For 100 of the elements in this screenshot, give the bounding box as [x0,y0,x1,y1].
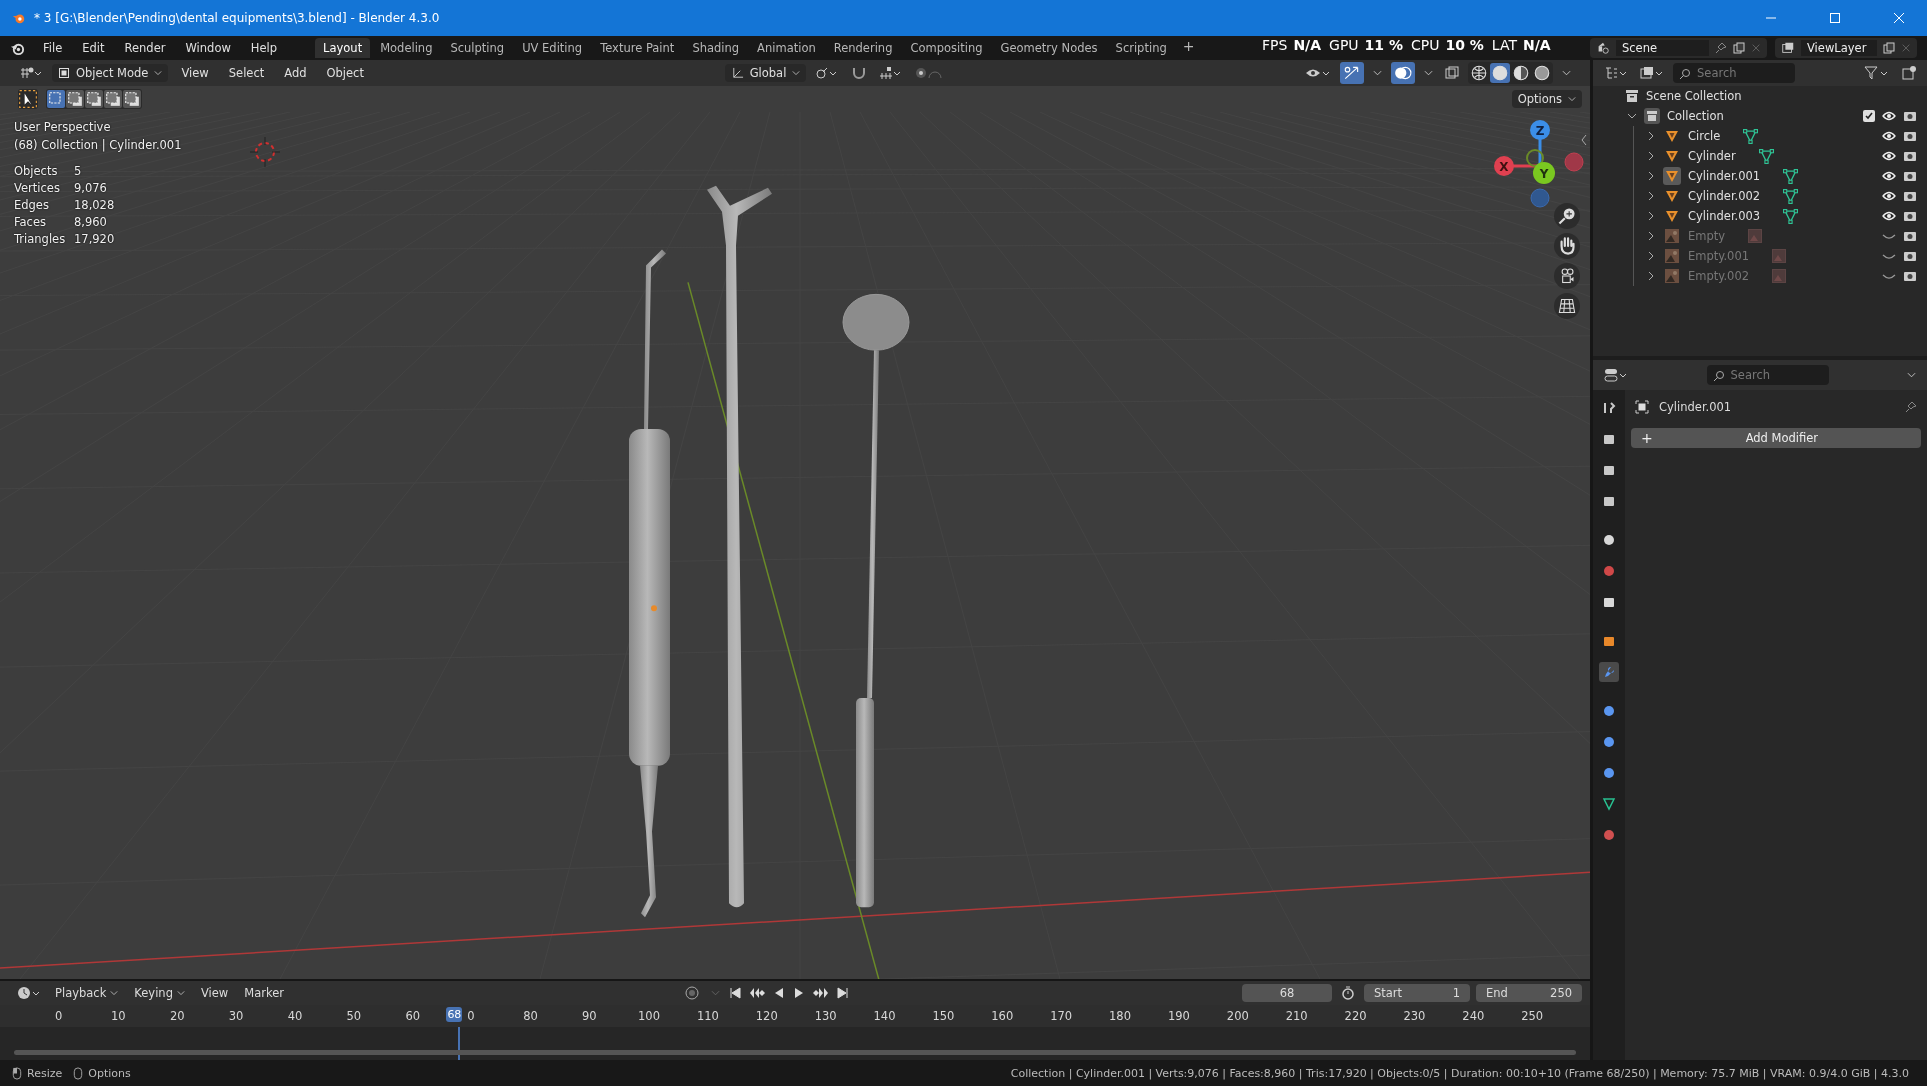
rendered-shading-icon[interactable] [1532,63,1552,83]
workspace-tab[interactable]: Modeling [372,38,441,58]
jump-end-icon[interactable] [837,987,849,999]
workspace-tab[interactable]: Layout [315,38,371,58]
view-layer-selector[interactable]: ViewLayer [1775,38,1917,58]
camera-icon[interactable] [1554,263,1580,289]
camera-icon[interactable] [1903,230,1917,242]
menu-item[interactable]: View [195,985,234,1001]
duplicate-icon[interactable] [1883,42,1895,54]
selection-mode-icon[interactable] [47,90,65,108]
scene-selector[interactable]: Scene [1590,38,1767,58]
frame-ruler[interactable]: 0 10 20 30 40 50 60 68 0 80 90 100 110 120 130 140 150 160 170 180 190 200 210 220 230 240 250 [0,1005,1590,1027]
end-frame-field[interactable]: End 250 [1476,984,1582,1002]
menu-item[interactable]: View [174,64,216,82]
next-keyframe-icon[interactable] [813,987,829,999]
workspace-tab[interactable]: Sculpting [442,38,513,58]
menu-item[interactable]: Select [221,64,272,82]
select-tool-icon[interactable] [18,89,38,109]
previous-keyframe-icon[interactable] [749,987,765,999]
tree-row[interactable]: Cylinder [1634,146,1927,166]
tree-row[interactable]: Cylinder.001 [1634,166,1927,186]
eye-icon[interactable] [1882,111,1896,121]
overlays-icon[interactable] [1391,62,1415,84]
search-field[interactable]: Search [1673,63,1795,83]
tree-row[interactable]: Cylinder.003 [1634,206,1927,226]
menu-item[interactable]: Add [277,64,314,82]
workspace-tab[interactable]: Rendering [825,38,901,58]
playhead[interactable]: 68 [446,1007,463,1022]
material-shading-icon[interactable] [1511,63,1531,83]
options-dropdown[interactable]: Options [1511,90,1582,108]
camera-icon[interactable] [1903,250,1917,262]
camera-icon[interactable] [1903,130,1917,142]
play-reverse-icon[interactable] [773,987,785,999]
add-workspace-button[interactable]: + [1176,38,1201,58]
camera-icon[interactable] [1903,270,1917,282]
pin-icon[interactable] [1905,401,1917,413]
solid-shading-icon[interactable] [1490,63,1510,83]
orientation-dropdown[interactable]: Global [724,64,807,82]
mode-dropdown[interactable]: Object Mode [52,64,169,82]
selection-mode-icon[interactable] [85,90,103,108]
workspace-tab[interactable]: Geometry Nodes [992,38,1106,58]
eye-icon[interactable] [1882,191,1896,201]
new-collection-icon[interactable] [1899,63,1919,83]
workspace-tab[interactable]: Animation [749,38,824,58]
tree-row[interactable]: Cylinder.002 [1634,186,1927,206]
selection-mode-icon[interactable] [123,90,141,108]
scrollbar[interactable] [14,1050,1576,1055]
workspace-tab[interactable]: Scripting [1107,38,1175,58]
eye-icon[interactable] [1882,171,1896,181]
current-frame-field[interactable]: 68 [1242,984,1332,1002]
menu-item[interactable]: Object [319,64,371,82]
search-field[interactable]: Search [1706,365,1829,385]
menu-item[interactable]: Playback [50,985,124,1001]
mesh-data-icon[interactable] [1783,208,1799,224]
selection-mode-icon[interactable] [104,90,122,108]
mesh-data-icon[interactable] [1783,168,1799,184]
axis-gizmo-drawing[interactable]: Z X Y [1490,116,1590,216]
camera-icon[interactable] [1903,210,1917,222]
grid-icon[interactable] [1554,293,1580,319]
workspace-tab[interactable]: Shading [684,38,748,58]
hand-icon[interactable] [1554,233,1580,259]
menu-item[interactable]: Render [116,39,174,57]
tree-row[interactable]: Scene Collection [1593,86,1927,106]
eye-icon[interactable] [1882,131,1896,141]
mesh-data-icon[interactable] [1783,188,1799,204]
menu-item[interactable]: Marker [239,985,289,1001]
tree-row[interactable]: Collection [1593,106,1927,126]
workspace-tab[interactable]: Texture Paint [592,38,683,58]
modifiers-tab[interactable] [1599,662,1619,682]
start-frame-field[interactable]: Start 1 [1364,984,1470,1002]
chevron-left-icon[interactable] [1580,134,1588,146]
mesh-data-icon[interactable] [1743,128,1759,144]
menu-item[interactable]: Help [242,39,286,57]
camera-icon[interactable] [1903,110,1917,122]
zoom-icon[interactable] [1554,203,1580,229]
gizmo-toggle-icon[interactable] [1340,62,1364,84]
menu-item[interactable]: Keying [129,985,190,1001]
play-icon[interactable] [793,987,805,999]
checkbox[interactable] [1863,110,1875,122]
tree-row[interactable]: Circle [1634,126,1927,146]
workspace-tab[interactable]: UV Editing [514,38,591,58]
duplicate-icon[interactable] [1733,42,1745,54]
3d-cursor-icon[interactable] [248,135,282,169]
record-icon[interactable] [682,983,702,1003]
jump-start-icon[interactable] [729,987,741,999]
menu-item[interactable]: File [35,39,71,57]
menu-item[interactable]: Edit [74,39,113,57]
mesh-data-icon[interactable] [1758,148,1774,164]
eye-icon[interactable] [1882,151,1896,161]
wireframe-shading-icon[interactable] [1469,63,1489,83]
camera-icon[interactable] [1903,150,1917,162]
eye-icon[interactable] [1882,211,1896,221]
frame-number: 180 [1109,1009,1131,1023]
camera-icon[interactable] [1903,190,1917,202]
menu-item[interactable]: Window [177,39,239,57]
workspace-tab[interactable]: Compositing [902,38,991,58]
selection-mode-icon[interactable] [66,90,84,108]
add-modifier-button[interactable]: + Add Modifier [1631,428,1921,448]
pin-icon[interactable] [1715,42,1727,54]
camera-icon[interactable] [1903,170,1917,182]
